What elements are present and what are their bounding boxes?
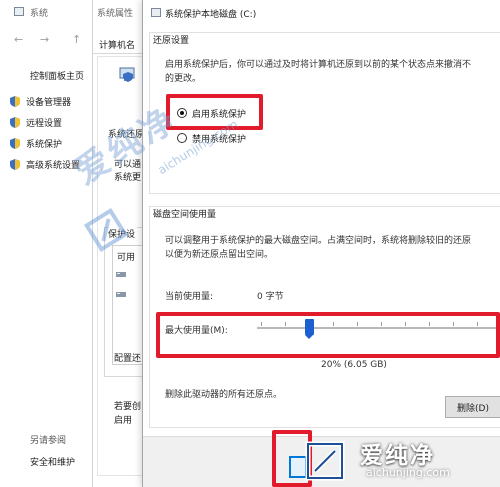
device-manager-label: 设备管理器 [26, 97, 72, 108]
system-protection-label: 系统保护 [26, 139, 63, 150]
system-protection-dialog: 系统保护本地磁盘 (C:) 还原设置 启用系统保护后，你可以通过及时将计算机还原… [142, 0, 500, 487]
see-also-heading: 另请参阅 [30, 436, 67, 446]
system-protection-link[interactable]: 系统保护 [10, 135, 62, 151]
left-navigation-pane: 控制面板主页 设备管理器 远程设置 系统保护 高级系统设置 另请参阅 安全和维护 [0, 60, 92, 487]
create-restore-label: 若要创 [114, 402, 142, 412]
shield-icon [10, 137, 20, 149]
brand-watermark: 爱纯净 aichunjing.com [300, 432, 500, 487]
restore-settings-description: 启用系统保护后，你可以通过及时将计算机还原到以前的某个状态点来撤消不 [165, 60, 472, 70]
dialog-title: 系统保护本地磁盘 (C:) [165, 10, 257, 20]
up-arrow-icon[interactable]: ↑ [72, 33, 81, 46]
restore-settings-heading: 还原设置 [153, 33, 193, 46]
forward-arrow-icon[interactable]: → [40, 33, 49, 46]
drive-icon [116, 272, 126, 277]
current-usage-label: 当前使用量: [165, 292, 214, 302]
enable-label: 启用 [114, 416, 133, 426]
dialog-window-icon [151, 8, 161, 17]
dialog-titlebar: 系统保护本地磁盘 (C:) [143, 0, 500, 26]
system-window-title: 系统 [30, 9, 49, 19]
delete-button[interactable]: 删除(D) [445, 396, 500, 418]
back-arrow-icon[interactable]: ← [14, 33, 23, 46]
tab-computer-name[interactable]: 计算机名 [99, 38, 135, 51]
brand-logo-icon [305, 441, 345, 481]
max-usage-value: 20% (6.05 GB) [321, 360, 387, 370]
computer-shield-icon [119, 67, 135, 82]
highlight-max-usage [156, 312, 500, 358]
system-window-icon [14, 7, 24, 16]
remote-settings-label: 远程设置 [26, 118, 63, 129]
brand-name: 爱纯净 [360, 443, 435, 469]
restore-settings-description-2: 的更改。 [165, 74, 202, 84]
shield-icon [10, 158, 20, 170]
drives-list-header: 可用 [117, 253, 136, 263]
security-maintenance-link[interactable]: 安全和维护 [30, 455, 75, 468]
shield-icon [10, 95, 20, 107]
control-panel-home-link[interactable]: 控制面板主页 [30, 69, 84, 82]
system-properties-title: 系统属性 [97, 9, 134, 19]
delete-restore-points-description: 删除此驱动器的所有还原点。 [165, 390, 283, 400]
remote-settings-link[interactable]: 远程设置 [10, 114, 62, 130]
disk-usage-description: 可以调整用于系统保护的最大磁盘空间。占满空间时，系统将删除较旧的还原 [165, 236, 472, 246]
shield-icon [10, 116, 20, 128]
drive-icon [116, 292, 126, 297]
system-window-titlebar: 系统 [0, 0, 90, 24]
configure-restore-label: 配置还 [114, 354, 142, 364]
brand-url: aichunjing.com [366, 466, 450, 479]
device-manager-link[interactable]: 设备管理器 [10, 93, 71, 109]
current-usage-value: 0 字节 [257, 292, 284, 302]
disk-usage-description-2: 以便为新还原点留出空间。 [165, 250, 274, 260]
disk-usage-heading: 磁盘空间使用量 [153, 207, 220, 220]
navigation-bar: ← → ↑ [0, 26, 92, 54]
